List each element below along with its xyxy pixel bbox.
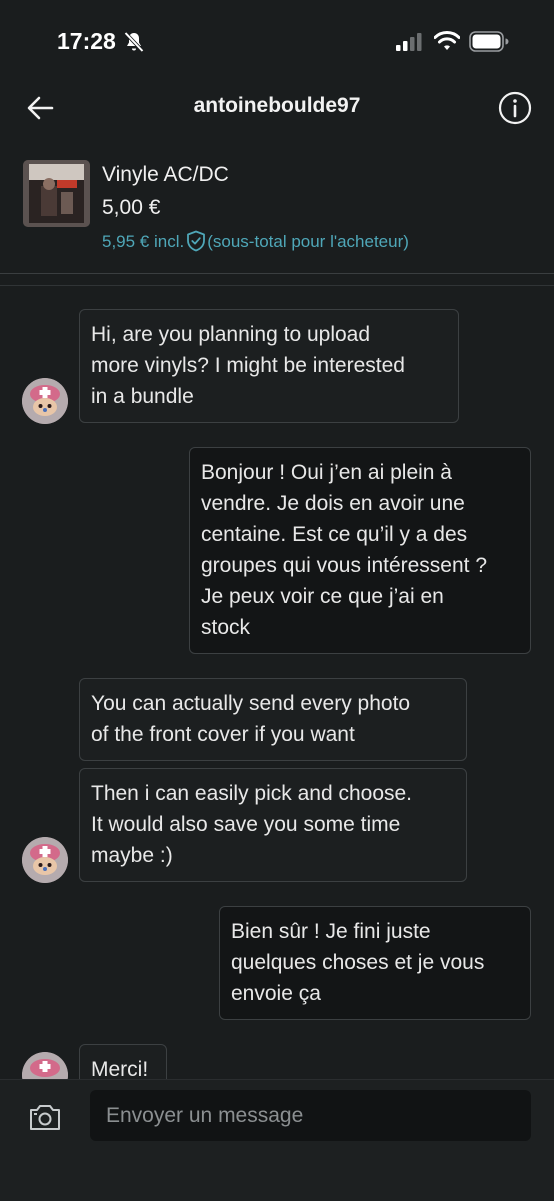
item-card[interactable]: Vinyle AC/DC 5,00 € 5,95 € incl. (sous-t… bbox=[0, 150, 554, 273]
item-total-note: (sous-total pour l'acheteur) bbox=[207, 232, 409, 251]
info-icon[interactable] bbox=[497, 90, 533, 126]
shield-check-icon bbox=[187, 230, 206, 252]
message-composer bbox=[0, 1079, 554, 1201]
divider bbox=[0, 285, 554, 286]
conversation-title: antoineboulde97 bbox=[193, 94, 361, 117]
wifi-icon bbox=[434, 31, 460, 50]
item-title: Vinyle AC/DC bbox=[102, 163, 229, 186]
conversation-header: antoineboulde97 bbox=[0, 84, 554, 144]
message-bubble: Hi, are you planning to upload more viny… bbox=[79, 309, 459, 423]
album-cover-thumbnail bbox=[23, 160, 90, 227]
avatar[interactable] bbox=[22, 837, 68, 883]
status-bar: 17:28 bbox=[0, 0, 554, 84]
message-bubble: You can actually send every photo of the… bbox=[79, 678, 467, 761]
bell-off-icon bbox=[124, 31, 144, 53]
signal-icon bbox=[396, 33, 422, 51]
item-total-price: 5,95 € incl. (sous-total pour l'acheteur… bbox=[102, 230, 409, 252]
message-bubble: Then i can easily pick and choose. It wo… bbox=[79, 768, 467, 882]
divider bbox=[0, 273, 554, 274]
message-input[interactable] bbox=[90, 1090, 531, 1141]
message-bubble: Bien sûr ! Je fini juste quelques choses… bbox=[219, 906, 531, 1020]
avatar[interactable] bbox=[22, 378, 68, 424]
camera-icon[interactable] bbox=[28, 1102, 62, 1132]
message-bubble: Bonjour ! Oui j’en ai plein à vendre. Je… bbox=[189, 447, 531, 654]
item-price: 5,00 € bbox=[102, 196, 161, 219]
item-total-price-value: 5,95 € incl. bbox=[102, 232, 185, 251]
battery-icon bbox=[469, 31, 509, 52]
status-time: 17:28 bbox=[57, 28, 116, 54]
